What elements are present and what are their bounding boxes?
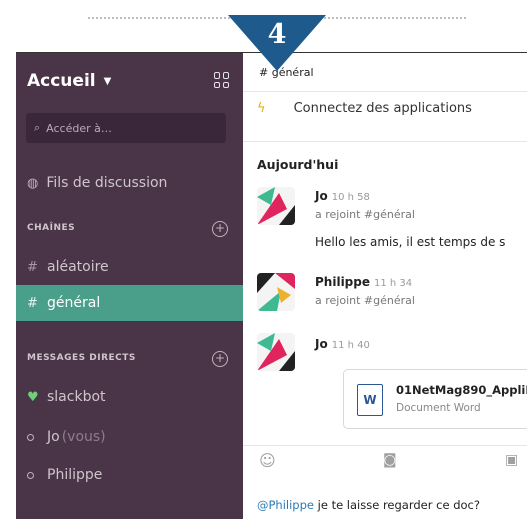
day-divider: Aujourd'hui — [257, 157, 339, 172]
composer-text: je te laisse regarder ce doc? — [313, 498, 480, 512]
avatar[interactable] — [257, 333, 295, 371]
channels-header[interactable]: CHAÎNES — [27, 223, 75, 233]
message-join: a rejoint #général — [315, 208, 415, 221]
connect-apps-banner[interactable]: ϟ Connectez des applications — [257, 101, 472, 116]
message-text: Hello les amis, il est temps de s — [315, 235, 506, 249]
threads-icon: ◍ — [27, 175, 39, 191]
search-icon: ⌕ — [34, 121, 41, 134]
dm-label: Jo — [47, 429, 60, 445]
apps-grid-icon[interactable] — [214, 72, 230, 88]
message-time: 10 h 58 — [331, 192, 370, 203]
hash-icon: # — [27, 259, 38, 275]
add-channel-icon[interactable]: + — [212, 221, 228, 237]
search-placeholder: Accéder à… — [46, 121, 112, 135]
message-time: 11 h 40 — [331, 340, 370, 351]
lightning-icon: ϟ — [257, 101, 266, 116]
threads-label: Fils de discussion — [46, 175, 168, 191]
message-time: 11 h 34 — [374, 278, 413, 289]
sidebar-item-slackbot[interactable]: ♥ slackbot — [16, 383, 243, 411]
dm-label: slackbot — [47, 389, 106, 405]
step-badge: 4 — [228, 15, 326, 71]
add-dm-icon[interactable]: + — [212, 351, 228, 367]
sidebar-item-aleatoire[interactable]: # aléatoire — [16, 253, 243, 281]
avatar[interactable] — [257, 273, 295, 311]
sidebar-item-philippe[interactable]: Philippe — [16, 461, 243, 489]
message-join: a rejoint #général — [315, 294, 415, 307]
divider — [243, 141, 527, 142]
file-name: 01NetMag890_AppliM — [396, 383, 527, 397]
caret-down-icon: ▼ — [103, 75, 112, 87]
image-icon[interactable]: ▣ — [505, 452, 518, 468]
workspace-menu[interactable]: Accueil ▼ — [27, 71, 111, 91]
camera-icon[interactable]: ◙ — [383, 452, 397, 468]
presence-away-icon — [27, 433, 34, 441]
file-attachment[interactable]: W 01NetMag890_AppliM Document Word — [343, 369, 527, 429]
workspace-name: Accueil — [27, 71, 96, 91]
jump-to-search[interactable]: ⌕ Accéder à… — [26, 113, 226, 143]
hash-icon: # — [27, 295, 38, 311]
emoji-icon[interactable]: ☺ — [259, 451, 276, 470]
channel-pane: # général ϟ Connectez des applications A… — [243, 53, 527, 519]
slack-window: Accueil ▼ ⌕ Accéder à… ◍ Fils de discuss… — [16, 52, 527, 519]
file-type: Document Word — [396, 402, 481, 414]
channel-label: aléatoire — [47, 259, 109, 275]
message-input[interactable]: @Philippe je te laisse regarder ce doc? — [257, 498, 480, 512]
channel-label: général — [47, 295, 101, 311]
connect-apps-label: Connectez des applications — [293, 101, 472, 116]
word-doc-icon: W — [357, 384, 383, 416]
presence-away-icon — [27, 471, 34, 479]
dm-suffix: (vous) — [61, 429, 106, 445]
step-number: 4 — [267, 19, 287, 50]
avatar[interactable] — [257, 187, 295, 225]
divider — [243, 91, 527, 92]
screenshot-stage: 4 Accueil ▼ ⌕ Accéder à… ◍ Fils de discu… — [0, 0, 527, 519]
dm-label: Philippe — [47, 467, 103, 483]
heart-icon: ♥ — [27, 389, 39, 405]
dm-header[interactable]: MESSAGES DIRECTS — [27, 353, 136, 363]
message-author[interactable]: Philippe 11 h 34 — [315, 275, 412, 289]
composer-mention: @Philippe — [257, 498, 314, 512]
message-author[interactable]: Jo 11 h 40 — [315, 337, 370, 351]
sidebar: Accueil ▼ ⌕ Accéder à… ◍ Fils de discuss… — [16, 53, 243, 519]
sidebar-item-jo[interactable]: Jo (vous) — [16, 423, 243, 451]
sidebar-item-general[interactable]: # général — [16, 285, 243, 321]
composer-toolbar: ☺ ◙ ▣ — [243, 445, 527, 481]
sidebar-item-threads[interactable]: ◍ Fils de discussion — [16, 171, 243, 195]
message-author[interactable]: Jo 10 h 58 — [315, 189, 370, 203]
